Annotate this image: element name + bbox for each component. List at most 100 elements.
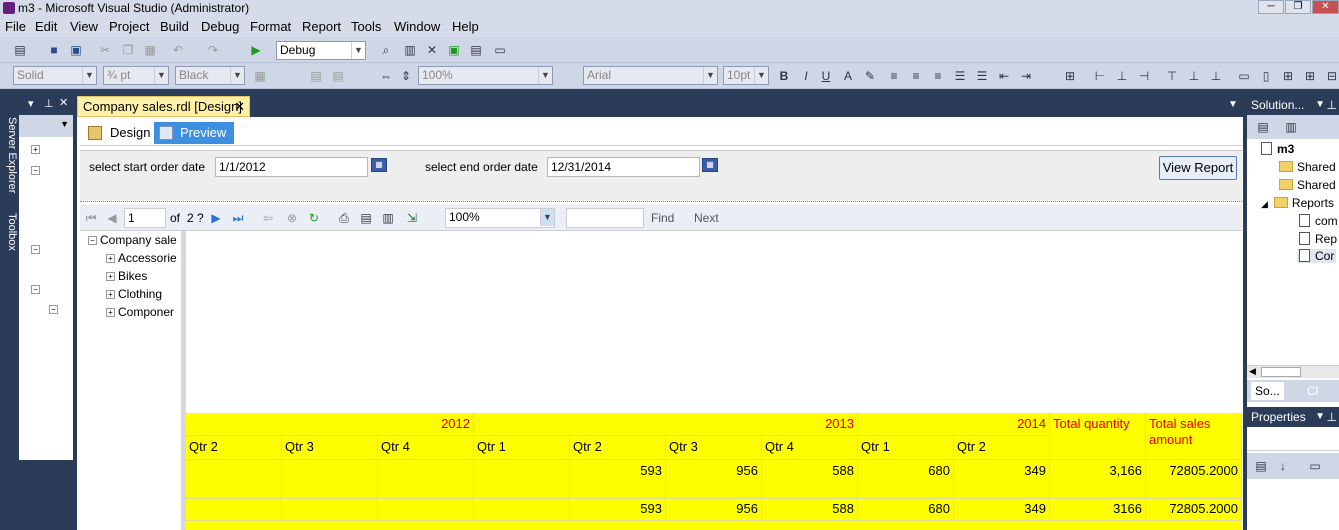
menu-debug[interactable]: Debug <box>201 19 239 34</box>
tab-dropdown-icon[interactable]: ▼ <box>1228 99 1238 110</box>
expand-icon[interactable]: + <box>31 145 40 154</box>
expand-icon[interactable]: + <box>106 290 115 299</box>
page-setup-icon[interactable]: ▥ <box>380 210 396 226</box>
collapse-icon[interactable]: − <box>31 245 40 254</box>
expand-icon[interactable]: + <box>106 254 115 263</box>
minimize-button[interactable]: ─ <box>1258 0 1284 14</box>
find-icon[interactable]: ⌕ <box>378 42 394 58</box>
print-layout-icon[interactable]: ▤ <box>358 210 374 226</box>
scroll-thumb[interactable] <box>1261 367 1301 377</box>
find-link[interactable]: Find <box>651 211 674 225</box>
properties-object-select[interactable] <box>1247 427 1339 451</box>
border-icon[interactable]: ▦ <box>252 68 268 84</box>
properties-icon[interactable]: ▥ <box>402 42 418 58</box>
spacing-icon[interactable]: ⊞ <box>1302 68 1318 84</box>
align-lefts-icon[interactable]: ⊢ <box>1092 68 1108 84</box>
zoom-select[interactable]: 100% ▼ <box>418 66 553 85</box>
report-zoom-select[interactable]: 100% ▼ <box>445 208 555 228</box>
same-width-icon[interactable]: ▭ <box>1236 68 1252 84</box>
collapse-icon[interactable]: − <box>88 236 97 245</box>
layout-icon[interactable]: ⊞ <box>1062 68 1078 84</box>
tree-item[interactable]: + Accessorie <box>106 251 177 265</box>
tab-solution[interactable]: So... <box>1251 382 1284 400</box>
expanded-icon[interactable]: ◢ <box>1261 199 1268 209</box>
font-size-select[interactable]: 10pt ▼ <box>723 66 769 85</box>
font-select[interactable]: Arial ▼ <box>583 66 718 85</box>
view-report-button[interactable]: View Report <box>1159 156 1237 180</box>
save-icon[interactable]: ■ <box>46 42 62 58</box>
align-rights-icon[interactable]: ⊣ <box>1136 68 1152 84</box>
tab-design[interactable]: Design <box>84 122 158 144</box>
line-style-select[interactable]: Solid ▼ <box>13 66 97 85</box>
underline-icon[interactable]: U <box>818 68 834 84</box>
shrink-icon[interactable]: ⇕ <box>398 68 414 84</box>
property-pages-icon[interactable]: ▭ <box>1307 458 1323 474</box>
solution-icon[interactable]: ▤ <box>468 42 484 58</box>
categorized-icon[interactable]: ▤ <box>1253 458 1269 474</box>
collapse-icon[interactable]: − <box>49 305 58 314</box>
outdent-icon[interactable]: ⇤ <box>996 68 1012 84</box>
same-height-icon[interactable]: ▯ <box>1258 68 1274 84</box>
close-icon[interactable]: ✕ <box>59 96 68 109</box>
stop-icon[interactable]: ⊗ <box>284 210 300 226</box>
menu-file[interactable]: File <box>5 19 26 34</box>
maximize-button[interactable]: ❐ <box>1285 0 1311 14</box>
folder-node[interactable]: Shared <box>1279 178 1336 192</box>
highlight-icon[interactable]: ✎ <box>862 68 878 84</box>
tree-item[interactable]: + Componer <box>106 305 174 319</box>
italic-icon[interactable]: I <box>798 68 814 84</box>
file-node[interactable]: Rep <box>1299 232 1337 246</box>
project-node[interactable]: m3 <box>1261 142 1294 156</box>
align-right-icon[interactable]: ≡ <box>930 68 946 84</box>
indent-icon[interactable]: ⇥ <box>1018 68 1034 84</box>
align-left-icon[interactable]: ≡ <box>886 68 902 84</box>
align-centers-icon[interactable]: ⊥ <box>1114 68 1130 84</box>
export-icon[interactable]: ⇲ <box>404 210 420 226</box>
server-explorer-tab[interactable]: Server Explorer <box>1 117 18 193</box>
cut-icon[interactable]: ✂ <box>97 42 113 58</box>
menu-build[interactable]: Build <box>160 19 189 34</box>
grow-icon[interactable]: ⇔ <box>378 68 394 84</box>
line-width-select[interactable]: ¾ pt ▼ <box>103 66 169 85</box>
refresh-icon[interactable]: ↻ <box>306 210 322 226</box>
file-node-selected[interactable]: Cor <box>1297 249 1337 263</box>
align-icon[interactable]: ▤ <box>308 68 324 84</box>
dropdown-icon[interactable]: ▼ <box>1315 407 1325 427</box>
horizontal-scrollbar[interactable]: ◀ <box>1247 365 1339 378</box>
close-button[interactable]: ✕ <box>1312 0 1339 14</box>
align-bottoms-icon[interactable]: ⊥ <box>1208 68 1224 84</box>
expand-icon[interactable]: + <box>106 272 115 281</box>
tree-item[interactable]: + Clothing <box>106 287 162 301</box>
window-icon[interactable]: ▭ <box>492 42 508 58</box>
collapse-icon[interactable]: − <box>31 285 40 294</box>
folder-node[interactable]: ◢ Reports <box>1261 196 1334 210</box>
pin-icon[interactable]: ⊥ <box>1327 407 1337 427</box>
copy-icon[interactable]: ❐ <box>120 42 136 58</box>
menu-help[interactable]: Help <box>452 19 479 34</box>
tree-item[interactable]: + Bikes <box>106 269 147 283</box>
bulleted-list-icon[interactable]: ☰ <box>974 68 990 84</box>
menu-report[interactable]: Report <box>302 19 341 34</box>
calendar-icon[interactable]: ▦ <box>371 158 387 172</box>
tab-preview[interactable]: Preview <box>154 122 235 144</box>
start-debug-icon[interactable]: ▶ <box>248 42 264 58</box>
tree-root[interactable]: − Company sale <box>88 233 177 247</box>
file-node[interactable]: com <box>1299 214 1338 228</box>
scroll-left-icon[interactable]: ◀ <box>1249 366 1256 377</box>
align-icon[interactable]: ▤ <box>330 68 346 84</box>
page-number-input[interactable]: 1 <box>124 208 166 228</box>
expand-icon[interactable]: + <box>106 308 115 317</box>
show-all-files-icon[interactable]: ▥ <box>1283 119 1299 135</box>
calendar-icon[interactable]: ▦ <box>702 158 718 172</box>
pin-icon[interactable]: ⊥ <box>44 97 54 110</box>
save-all-icon[interactable]: ▣ <box>68 42 84 58</box>
dropdown-icon[interactable]: ▾ <box>28 97 34 110</box>
menu-project[interactable]: Project <box>109 19 149 34</box>
print-icon[interactable]: ⎙ <box>336 210 352 226</box>
folder-node[interactable]: Shared <box>1279 160 1336 174</box>
align-center-icon[interactable]: ≡ <box>908 68 924 84</box>
end-date-input[interactable]: 12/31/2014 <box>547 157 700 177</box>
properties-icon[interactable]: ▤ <box>1255 119 1271 135</box>
last-page-icon[interactable]: ⏭ <box>230 210 246 226</box>
redo-icon[interactable]: ↷ <box>205 42 221 58</box>
